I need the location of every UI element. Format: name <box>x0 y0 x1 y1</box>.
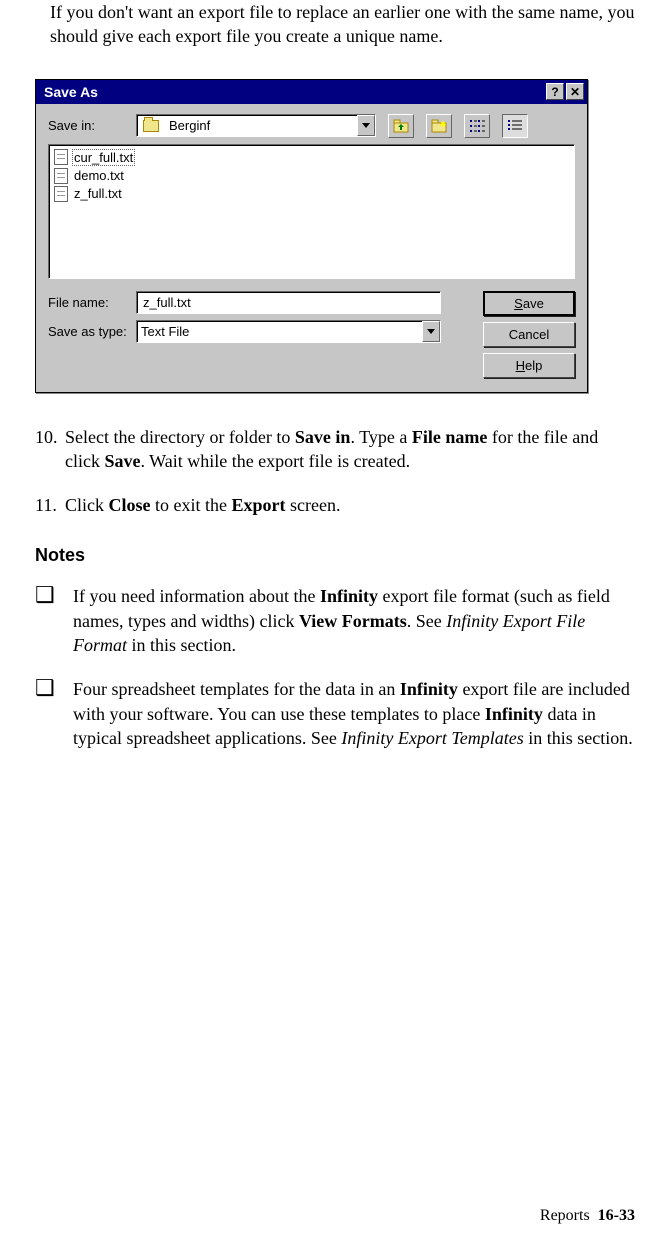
text-file-icon <box>54 168 68 184</box>
chevron-down-icon[interactable] <box>357 115 375 136</box>
text-file-icon <box>54 149 68 165</box>
up-folder-button[interactable] <box>388 114 414 138</box>
footer-page-number: 16-33 <box>598 1207 635 1224</box>
note-bullet-icon: ❑ <box>35 584 73 657</box>
note-item: ❑ Four spreadsheet templates for the dat… <box>35 677 635 750</box>
saveastype-value: Text File <box>137 322 422 341</box>
note-body: Four spreadsheet templates for the data … <box>73 677 635 750</box>
new-folder-icon <box>431 119 447 133</box>
list-view-button[interactable] <box>464 114 490 138</box>
file-item[interactable]: z_full.txt <box>52 185 571 203</box>
save-in-combo[interactable]: Berginf <box>136 114 376 137</box>
help-titlebar-button[interactable]: ? <box>546 83 564 100</box>
step-number: 11. <box>35 493 65 517</box>
filename-value: z_full.txt <box>143 295 191 310</box>
step-body: Click Close to exit the Export screen. <box>65 493 635 517</box>
dialog-title: Save As <box>44 84 98 100</box>
saveastype-combo[interactable]: Text File <box>136 320 441 343</box>
new-folder-button[interactable] <box>426 114 452 138</box>
page-footer: Reports 16-33 <box>540 1207 635 1225</box>
step-body: Select the directory or folder to Save i… <box>65 425 635 474</box>
close-titlebar-button[interactable]: ✕ <box>566 83 584 100</box>
intro-paragraph: If you don't want an export file to repl… <box>50 0 635 49</box>
details-view-button[interactable] <box>502 114 528 138</box>
save-button[interactable]: Save <box>483 291 575 316</box>
filename-input[interactable]: z_full.txt <box>136 291 441 314</box>
step-10: 10. Select the directory or folder to Sa… <box>35 425 635 474</box>
help-button[interactable]: Help <box>483 353 575 378</box>
file-item[interactable]: demo.txt <box>52 167 571 185</box>
list-view-icon <box>469 119 485 133</box>
footer-section: Reports <box>540 1207 590 1224</box>
details-view-icon <box>507 119 523 133</box>
file-item-label: z_full.txt <box>72 186 124 201</box>
note-bullet-icon: ❑ <box>35 677 73 750</box>
notes-heading: Notes <box>35 545 635 566</box>
save-in-label: Save in: <box>48 118 128 133</box>
dialog-titlebar: Save As ? ✕ <box>36 80 587 104</box>
up-folder-icon <box>393 119 409 133</box>
file-list-area[interactable]: cur_full.txt demo.txt z_full.txt <box>48 144 575 279</box>
saveastype-label: Save as type: <box>48 324 128 339</box>
note-item: ❑ If you need information about the Infi… <box>35 584 635 657</box>
text-file-icon <box>54 186 68 202</box>
file-item-label: cur_full.txt <box>72 149 135 166</box>
step-number: 10. <box>35 425 65 474</box>
step-11: 11. Click Close to exit the Export scree… <box>35 493 635 517</box>
filename-label: File name: <box>48 295 128 310</box>
file-item[interactable]: cur_full.txt <box>52 148 571 167</box>
save-in-value: Berginf <box>165 116 357 135</box>
folder-open-icon <box>141 118 161 134</box>
chevron-down-icon[interactable] <box>422 321 440 342</box>
save-as-dialog: Save As ? ✕ Save in: Berginf <box>35 79 588 393</box>
note-body: If you need information about the Infini… <box>73 584 635 657</box>
file-item-label: demo.txt <box>72 168 126 183</box>
cancel-button[interactable]: Cancel <box>483 322 575 347</box>
